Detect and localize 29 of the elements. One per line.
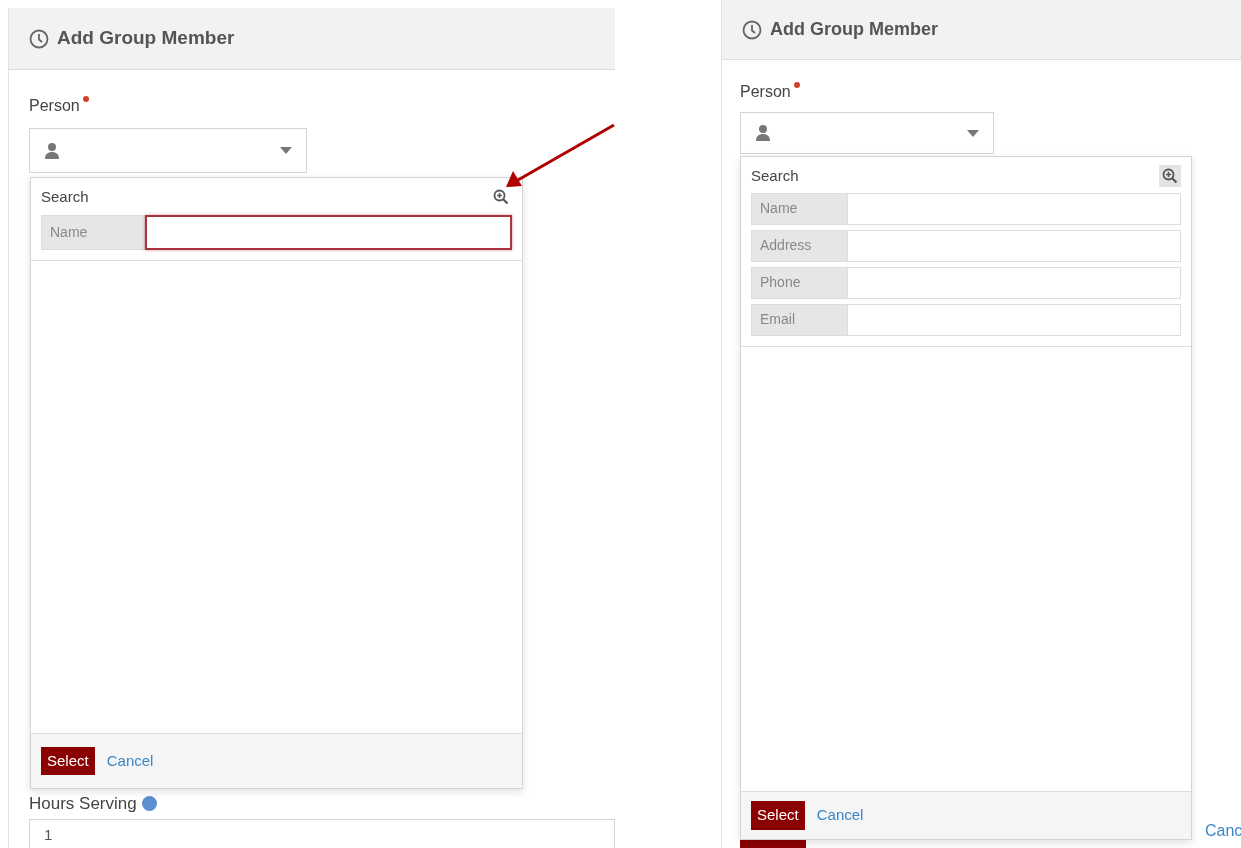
input-field[interactable]: 1 <box>29 818 615 848</box>
person-icon <box>755 124 771 142</box>
caret-icon <box>967 129 979 137</box>
field-label: Person <box>740 82 791 102</box>
caret-icon <box>280 147 292 154</box>
field-label: Person <box>29 96 80 116</box>
panel-title: Add Group Member <box>57 26 235 51</box>
cancel-link[interactable]: Cancel <box>816 804 864 827</box>
info-icon <box>141 796 157 812</box>
search-heading: Search <box>751 166 799 186</box>
search-input-field[interactable] <box>145 214 512 250</box>
search-heading: Search <box>41 187 89 207</box>
clock-icon <box>742 19 762 40</box>
field-label: Email <box>751 303 848 336</box>
field-label: Name <box>751 192 848 225</box>
zoom-in-icon[interactable] <box>1159 165 1181 188</box>
field-label: Phone <box>751 266 848 299</box>
select-button[interactable]: Select <box>751 801 805 830</box>
cancel-link[interactable]: Cancel <box>106 749 154 773</box>
field-label: Address <box>751 229 848 262</box>
cancel-link[interactable]: Canc <box>1205 819 1241 843</box>
person-picker[interactable] <box>740 112 994 154</box>
person-icon <box>44 141 60 160</box>
clock-icon <box>29 28 49 49</box>
field-label: Hours Serving <box>29 793 137 815</box>
person-picker[interactable] <box>29 128 307 173</box>
panel-title: Add Group Member <box>770 18 938 41</box>
field-label: Name <box>41 214 145 250</box>
select-button[interactable]: Select <box>41 746 95 776</box>
